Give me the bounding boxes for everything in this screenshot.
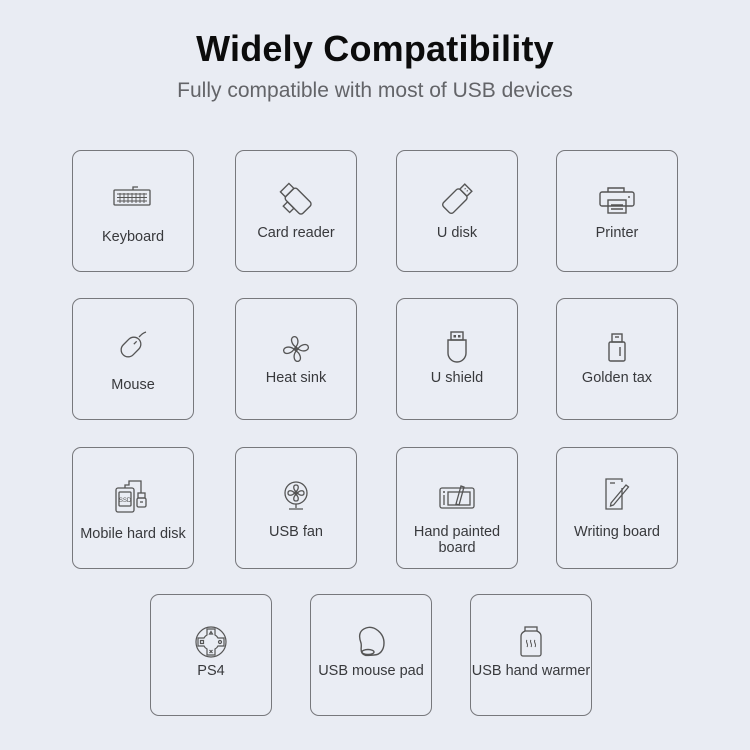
keyboard-icon xyxy=(73,185,193,207)
ssd-drive-icon: SSD xyxy=(73,478,193,514)
device-card-usb-hand-warmer: USB hand warmer xyxy=(470,594,592,716)
writing-tablet-icon xyxy=(557,476,677,512)
device-label: PS4 xyxy=(197,663,225,679)
device-label: Writing board xyxy=(574,524,660,540)
device-card-usb-mouse-pad: USB mouse pad xyxy=(310,594,432,716)
mouse-icon xyxy=(73,329,193,361)
device-label: Heat sink xyxy=(265,370,327,386)
usb-key-icon xyxy=(397,331,517,363)
desk-fan-icon xyxy=(236,480,356,512)
device-label: USB mouse pad xyxy=(318,663,424,679)
device-card-card-reader: Card reader xyxy=(235,150,357,272)
device-label: Golden tax xyxy=(581,370,653,386)
device-card-keyboard: Keyboard xyxy=(72,150,194,272)
device-card-golden-tax: Golden tax xyxy=(556,298,678,420)
device-label: Card reader xyxy=(257,225,335,241)
device-label: Hand painted board xyxy=(413,524,501,556)
usb-drive-icon xyxy=(397,181,517,217)
device-card-ps4: PS4 xyxy=(150,594,272,716)
page-title: Widely Compatibility xyxy=(196,28,554,69)
page-subtitle: Fully compatible with most of USB device… xyxy=(177,79,573,102)
printer-icon xyxy=(557,187,677,215)
device-card-mouse: Mouse xyxy=(72,298,194,420)
device-label: Mouse xyxy=(111,377,155,393)
device-label: USB hand warmer xyxy=(471,663,591,679)
device-label: Printer xyxy=(595,225,639,241)
device-label: Keyboard xyxy=(101,229,165,245)
gamepad-icon xyxy=(151,625,271,659)
mouse-pad-icon xyxy=(311,625,431,661)
device-card-printer: Printer xyxy=(556,150,678,272)
device-card-mobile-hard-disk: SSD Mobile hard disk xyxy=(72,447,194,569)
device-card-u-disk: U disk xyxy=(396,150,518,272)
device-label: Mobile hard disk xyxy=(80,526,186,542)
device-card-writing-board: Writing board xyxy=(556,447,678,569)
hand-warmer-icon xyxy=(471,625,591,659)
usb-token-icon xyxy=(557,333,677,363)
ssd-badge: SSD xyxy=(119,498,132,504)
drawing-tablet-icon xyxy=(397,482,517,512)
device-label: U disk xyxy=(436,225,478,241)
card-reader-icon xyxy=(236,181,356,217)
device-card-hand-painted-board: Hand painted board xyxy=(396,447,518,569)
device-label: U shield xyxy=(430,370,484,386)
device-card-usb-fan: USB fan xyxy=(235,447,357,569)
device-card-heat-sink: Heat sink xyxy=(235,298,357,420)
fan-blades-icon xyxy=(236,333,356,365)
device-card-u-shield: U shield xyxy=(396,298,518,420)
device-label: USB fan xyxy=(269,524,323,540)
